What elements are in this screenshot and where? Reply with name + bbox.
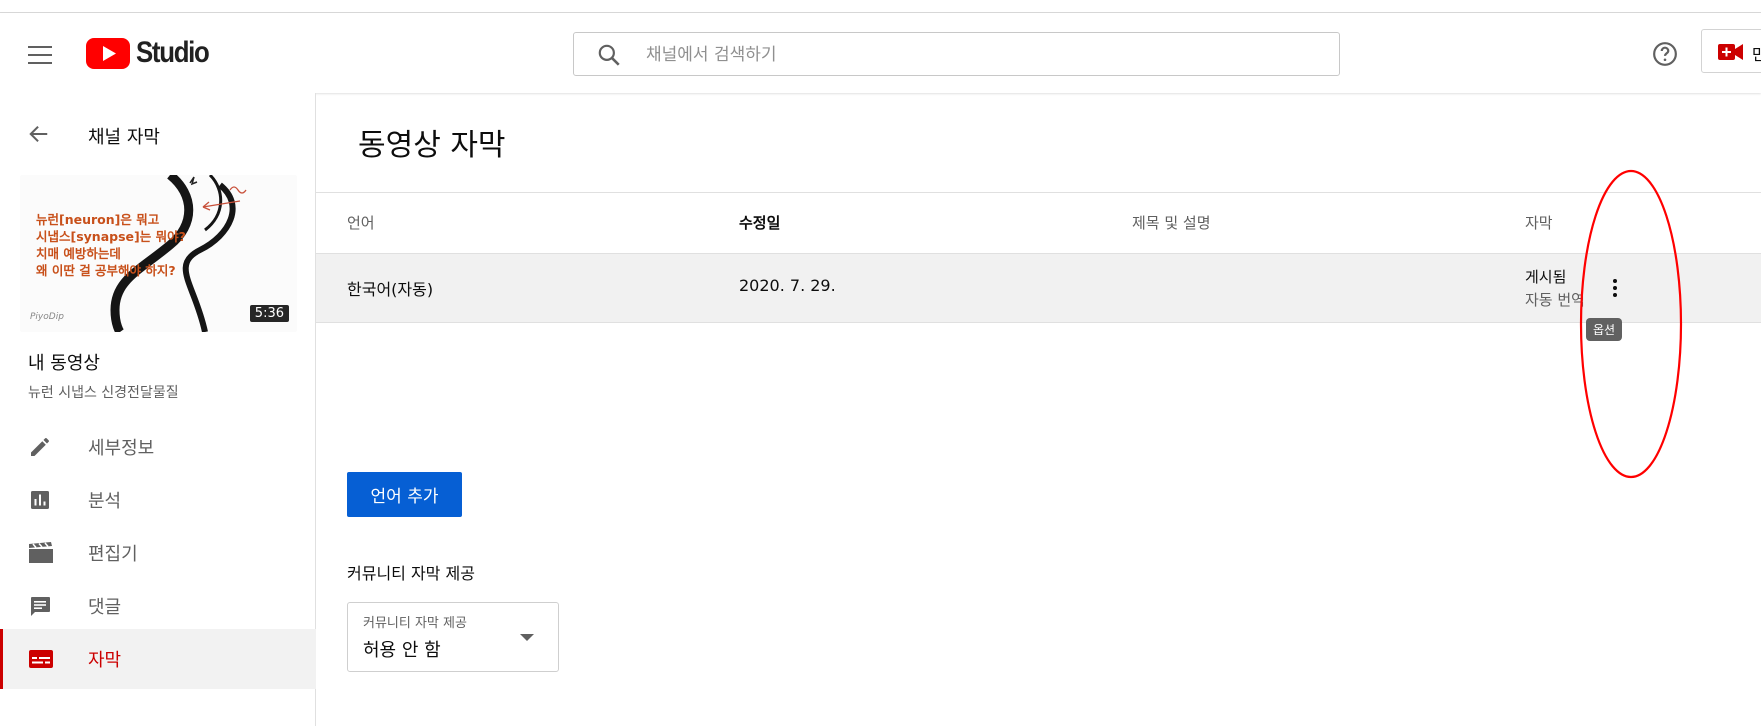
video-duration: 5:36: [249, 305, 289, 322]
youtube-play-icon: [86, 37, 130, 69]
studio-logo[interactable]: Studio: [86, 36, 220, 69]
sidebar-item-subtitles[interactable]: 자막: [0, 629, 316, 689]
help-icon[interactable]: [1652, 41, 1678, 67]
column-header-modified[interactable]: 수정일: [739, 212, 780, 233]
chevron-down-icon: [520, 634, 534, 641]
row-modified-date: 2020. 7. 29.: [739, 276, 836, 295]
sidebar-item-comments[interactable]: 댓글: [0, 576, 316, 636]
thumbnail-caption: 뉴런[neuron]은 뭐고 시냅스[synapse]는 뭐야? 치매 예방하는…: [36, 211, 186, 279]
menu-icon[interactable]: [28, 46, 52, 64]
comment-icon: [31, 597, 50, 616]
video-title: 뉴런 시냅스 신경전달물질: [28, 385, 179, 401]
column-header-title-description: 제목 및 설명: [1132, 214, 1211, 232]
analytics-icon: [31, 491, 49, 509]
video-thumbnail[interactable]: 뉴런[neuron]은 뭐고 시냅스[synapse]는 뭐야? 치매 예방하는…: [20, 175, 297, 332]
sidebar: 채널 자막 뉴런[neuron]은 뭐고 시냅스[synapse]는 뭐야? 치…: [0, 93, 316, 726]
column-header-language[interactable]: 언어: [347, 212, 375, 233]
sidebar-item-label: 댓글: [88, 597, 122, 618]
sidebar-item-label: 세부정보: [88, 438, 155, 459]
sidebar-item-editor[interactable]: 편집기: [0, 523, 316, 583]
row-subtitle-sub: 자동 번역: [1525, 291, 1585, 309]
logo-text: Studio: [136, 36, 210, 69]
select-value: 허용 안 함: [363, 640, 441, 661]
page-title: 동영상 자막: [358, 128, 506, 163]
thumbnail-signature: PiyoDip: [30, 312, 64, 322]
main-content: 동영상 자막 언어 수정일 제목 및 설명 자막 한국어(자동) 2020. 7…: [316, 93, 1761, 726]
back-label: 채널 자막: [88, 127, 160, 148]
thumbnail-line: 뉴런[neuron]은 뭐고: [36, 212, 160, 227]
table-divider: [316, 192, 1761, 193]
table-row[interactable]: 한국어(자동) 2020. 7. 29. 게시됨 자동 번역: [316, 253, 1761, 323]
subtitles-icon: [29, 650, 53, 668]
back-to-channel-subtitles[interactable]: 채널 자막: [0, 113, 316, 153]
row-subtitle-status: 게시됨: [1525, 268, 1567, 286]
create-button[interactable]: 만: [1701, 29, 1761, 73]
thumbnail-line: 치매 예방하는데: [36, 246, 121, 261]
film-icon: [29, 542, 53, 563]
search-box[interactable]: [573, 32, 1340, 77]
create-button-label: 만: [1752, 45, 1761, 64]
sidebar-item-details[interactable]: 세부정보: [0, 417, 316, 477]
my-videos-title: 내 동영상: [28, 353, 100, 374]
sidebar-item-label: 편집기: [88, 544, 138, 565]
arrow-back-icon: [29, 125, 48, 143]
thumbnail-line: 왜 이딴 걸 공부해야 하지?: [36, 263, 176, 278]
top-header: Studio 만: [0, 13, 1761, 93]
sidebar-item-label: 분석: [88, 491, 122, 512]
community-subtitles-label: 커뮤니티 자막 제공: [347, 564, 475, 583]
sidebar-item-analytics[interactable]: 분석: [0, 470, 316, 530]
search-input[interactable]: [644, 33, 1328, 77]
row-language: 한국어(자동): [347, 280, 434, 299]
community-subtitles-select[interactable]: 커뮤니티 자막 제공 허용 안 함: [347, 602, 559, 672]
red-annotation-ellipse: [1579, 169, 1683, 479]
sidebar-item-label: 자막: [88, 650, 122, 671]
search-icon: [598, 44, 620, 66]
video-camera-icon: [1718, 44, 1743, 60]
pencil-icon: [31, 438, 49, 456]
add-language-button[interactable]: 언어 추가: [347, 472, 462, 517]
column-header-subtitles: 자막: [1525, 214, 1553, 232]
thumbnail-line: 시냅스[synapse]는 뭐야?: [36, 229, 186, 244]
select-caption: 커뮤니티 자막 제공: [363, 616, 467, 631]
